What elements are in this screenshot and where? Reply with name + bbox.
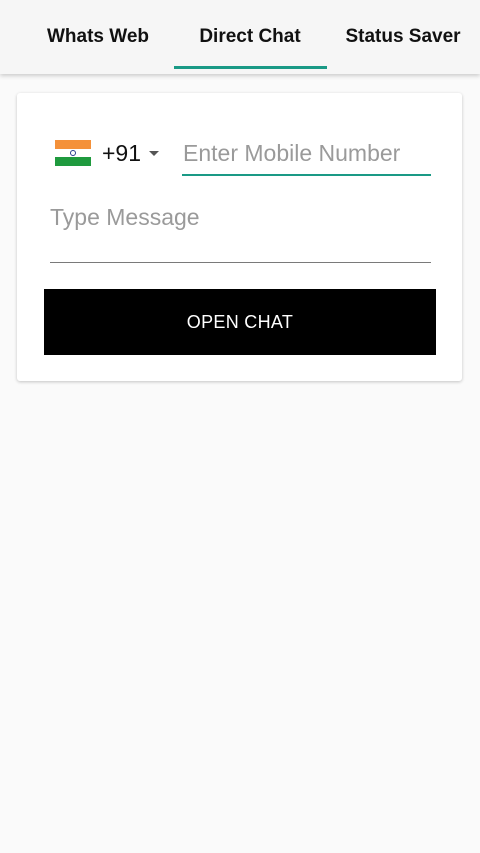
message-input[interactable]: [50, 197, 430, 237]
tab-direct-chat[interactable]: Direct Chat: [174, 0, 326, 74]
tab-whats-web[interactable]: Whats Web: [22, 0, 174, 74]
tab-label: Whats Web: [46, 26, 150, 47]
tab-status-saver[interactable]: Status Saver: [330, 0, 476, 74]
mobile-number-underline: [182, 174, 431, 176]
dial-code: +91: [102, 139, 142, 166]
flag-saffron-band: [55, 140, 91, 149]
direct-chat-card: +91 OPEN CHAT: [17, 93, 462, 381]
india-flag-icon: [55, 140, 91, 166]
open-chat-label: OPEN CHAT: [186, 311, 294, 332]
tab-indicator: [174, 66, 327, 69]
tab-label: Direct Chat: [199, 26, 301, 47]
country-code-picker[interactable]: +91: [55, 133, 175, 173]
dropdown-caret-icon: [149, 150, 160, 156]
flag-green-band: [55, 157, 91, 166]
tab-bar: Whats Web Direct Chat Status Saver: [0, 0, 480, 74]
message-underline: [50, 262, 431, 263]
open-chat-button[interactable]: OPEN CHAT: [44, 289, 436, 355]
ashoka-chakra-icon: [70, 150, 76, 156]
tab-label: Status Saver: [345, 26, 461, 47]
mobile-number-input[interactable]: [182, 133, 430, 173]
